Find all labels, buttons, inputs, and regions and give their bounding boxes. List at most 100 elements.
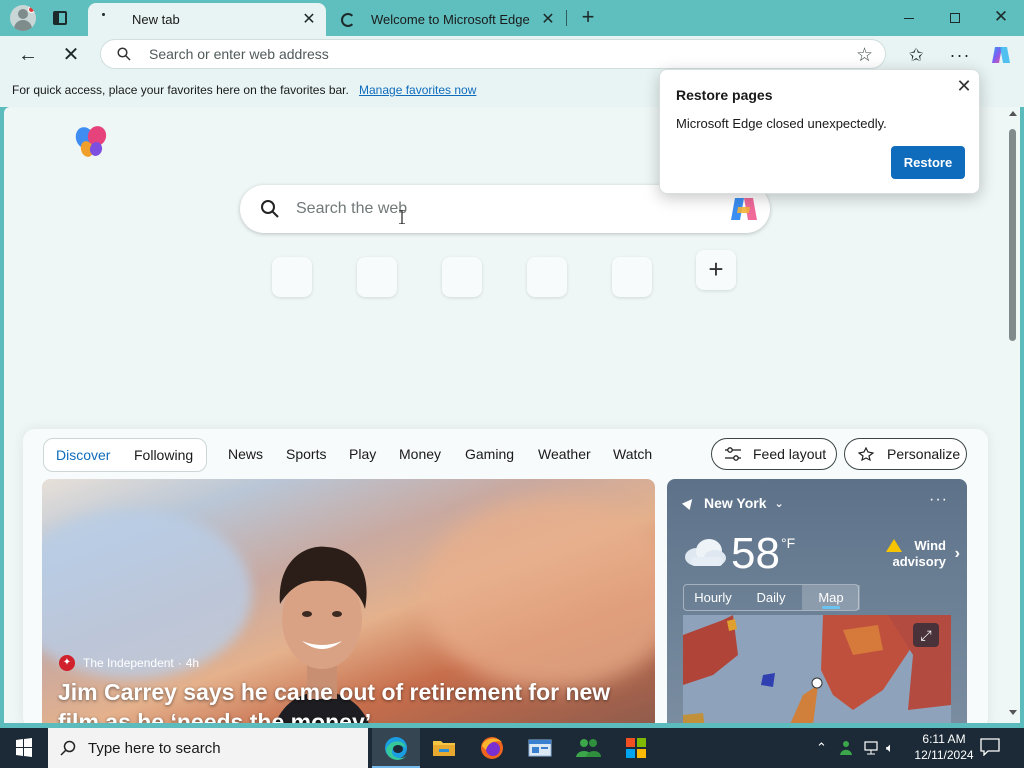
page-scrollbar[interactable] <box>1006 107 1020 723</box>
add-favorite-star-icon[interactable]: ☆ <box>856 44 873 67</box>
navigation-toolbar: ← ✕ ☆ ✩ ··· <box>0 36 1024 73</box>
weather-tabs: Hourly Daily Map <box>683 584 860 611</box>
personalize-button[interactable]: Personalize <box>844 438 967 470</box>
advisory-line1: Wind <box>914 538 946 553</box>
sparkle-pen-icon <box>858 447 874 461</box>
tab-new-tab[interactable]: New tab ✕ <box>88 3 326 36</box>
scroll-thumb[interactable] <box>1009 129 1016 341</box>
nav-gaming[interactable]: Gaming <box>465 446 514 462</box>
quick-link-tile[interactable] <box>357 257 397 297</box>
web-search-input[interactable] <box>296 185 696 233</box>
location-name: New York <box>704 495 767 511</box>
system-clock[interactable]: 6:11 AM 12/11/2024 <box>912 731 976 763</box>
close-window-button[interactable]: ✕ <box>978 0 1024 34</box>
manage-favorites-link[interactable]: Manage favorites now <box>359 83 476 97</box>
publisher-logo-icon: ✦ <box>59 655 75 671</box>
tab-following[interactable]: Following <box>134 447 193 463</box>
close-tab-icon[interactable]: ✕ <box>298 9 320 31</box>
weather-location[interactable]: New York ⌄ <box>681 495 784 511</box>
taskbar-firefox-icon[interactable] <box>468 728 516 768</box>
radar-map-image <box>683 615 951 723</box>
loading-favicon-icon <box>102 12 116 27</box>
copilot-icon[interactable] <box>728 195 760 223</box>
close-icon[interactable]: ✕ <box>953 75 975 97</box>
volume-icon[interactable]: 🔈︎ <box>886 728 894 768</box>
quick-link-tile[interactable] <box>442 257 482 297</box>
tab-separator <box>566 10 567 26</box>
new-tab-plus-icon[interactable]: + <box>576 6 600 30</box>
article-age: 4h <box>185 656 200 670</box>
tab-label: New tab <box>132 12 180 27</box>
start-button[interactable] <box>0 728 48 768</box>
hero-article-card[interactable]: ✦ The Independent · 4h Jim Carrey says h… <box>42 479 655 723</box>
scroll-up-icon[interactable] <box>1009 111 1017 116</box>
nav-news[interactable]: News <box>228 446 263 462</box>
address-input[interactable] <box>149 40 829 68</box>
add-shortcut-plus-icon[interactable]: + <box>696 250 736 290</box>
maximize-button[interactable] <box>932 0 978 34</box>
location-arrow-icon <box>681 495 697 511</box>
stop-loading-icon[interactable]: ✕ <box>56 40 86 70</box>
sliders-icon <box>725 447 741 461</box>
nav-weather[interactable]: Weather <box>538 446 591 462</box>
taskbar-edge-icon[interactable] <box>372 728 420 768</box>
tab-actions-icon[interactable] <box>50 8 70 28</box>
personalize-label: Personalize <box>887 446 961 462</box>
advisory-line2: advisory <box>892 554 946 569</box>
feed-layout-label: Feed layout <box>753 446 827 462</box>
taskbar-people-icon[interactable] <box>564 728 612 768</box>
nav-play[interactable]: Play <box>349 446 376 462</box>
tab-welcome[interactable]: Welcome to Microsoft Edge ✕ <box>327 3 565 36</box>
back-arrow-icon[interactable]: ← <box>13 40 43 70</box>
tab-discover[interactable]: Discover <box>56 447 110 463</box>
nav-watch[interactable]: Watch <box>613 446 652 462</box>
new-tab-page: + Discover Following News Sports Play Mo… <box>4 107 1020 723</box>
nav-sports[interactable]: Sports <box>286 446 326 462</box>
profile-avatar-icon[interactable] <box>10 5 36 31</box>
close-tab-icon[interactable]: ✕ <box>537 9 559 31</box>
network-people-icon[interactable] <box>838 728 856 768</box>
chevron-down-icon: ⌄ <box>774 497 784 510</box>
taskbar-search-placeholder: Type here to search <box>88 740 221 757</box>
minimize-button[interactable] <box>886 0 932 34</box>
expand-icon[interactable]: ⤢ <box>913 623 939 647</box>
more-options-icon[interactable]: ··· <box>929 491 948 509</box>
notifications-icon[interactable] <box>980 738 1000 756</box>
tab-daily[interactable]: Daily <box>742 585 800 610</box>
address-bar[interactable]: ☆ <box>100 39 886 69</box>
favorites-bar-message: For quick access, place your favorites h… <box>12 83 349 97</box>
favorites-icon[interactable]: ✩ <box>901 40 931 70</box>
weather-card[interactable]: New York ⌄ ··· 58 °F Wind advisory › Hou… <box>667 479 967 723</box>
search-icon <box>60 740 76 756</box>
nav-money[interactable]: Money <box>399 446 441 462</box>
show-hidden-icons-icon[interactable]: ⌃ <box>816 728 827 768</box>
restore-pages-dialog: Restore pages Microsoft Edge closed unex… <box>659 69 980 194</box>
content-feed: Discover Following News Sports Play Mone… <box>23 429 988 723</box>
taskbar-store-icon[interactable] <box>612 728 660 768</box>
tab-map[interactable]: Map <box>802 585 860 610</box>
tab-hourly[interactable]: Hourly <box>684 585 742 610</box>
quick-link-tile[interactable] <box>272 257 312 297</box>
quick-link-tile[interactable] <box>527 257 567 297</box>
weather-map[interactable]: ⤢ <box>683 615 951 723</box>
article-headline[interactable]: Jim Carrey says he came out of retiremen… <box>58 677 648 723</box>
cloud-icon <box>685 539 726 566</box>
search-icon <box>261 200 279 218</box>
copilot-icon[interactable] <box>986 40 1016 70</box>
taskbar-file-explorer-icon[interactable] <box>420 728 468 768</box>
feed-toggle: Discover Following <box>43 438 207 472</box>
quick-link-tile[interactable] <box>612 257 652 297</box>
text-cursor-icon <box>399 210 405 224</box>
clock-time: 6:11 AM <box>922 732 966 746</box>
feed-layout-button[interactable]: Feed layout <box>711 438 837 470</box>
dialog-message: Microsoft Edge closed unexpectedly. <box>676 116 887 131</box>
title-bar: New tab ✕ Welcome to Microsoft Edge ✕ + … <box>0 0 1024 36</box>
network-icon[interactable] <box>862 728 880 768</box>
taskbar-search[interactable]: Type here to search <box>48 728 368 768</box>
scroll-down-icon[interactable] <box>1009 710 1017 715</box>
restore-button[interactable]: Restore <box>891 146 965 179</box>
source-separator: · <box>177 656 182 670</box>
taskbar-control-panel-icon[interactable] <box>516 728 564 768</box>
tab-label: Welcome to Microsoft Edge <box>371 12 530 27</box>
more-options-icon[interactable]: ··· <box>945 40 975 70</box>
